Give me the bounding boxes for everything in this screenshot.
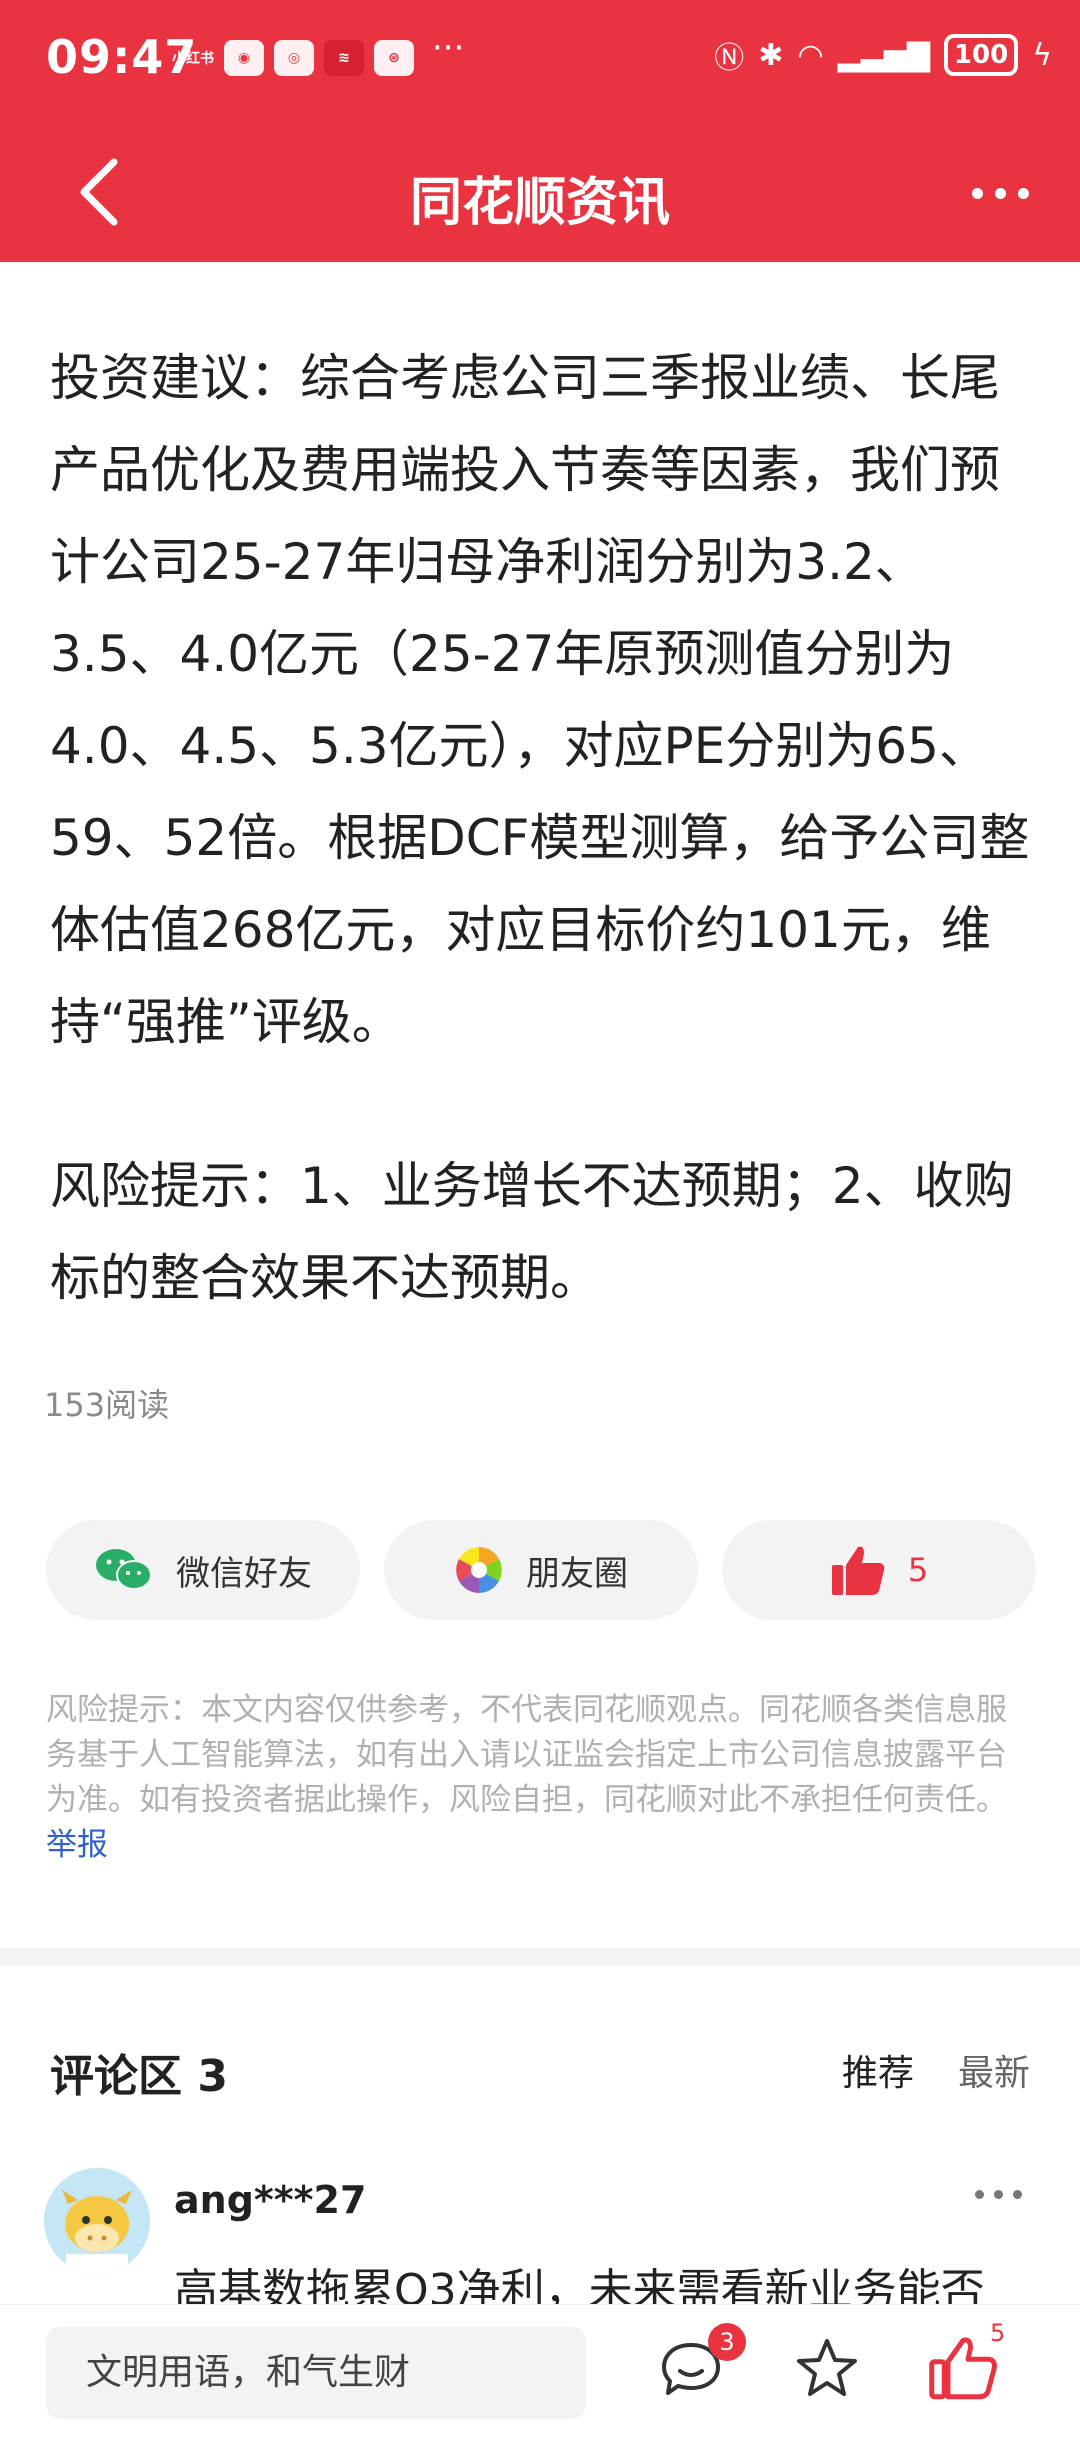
favorite-button[interactable] [792, 2333, 862, 2403]
app-notification-icon: ≋ [324, 40, 364, 76]
app-notification-icon: ◎ [274, 40, 314, 76]
page-title: 同花顺资讯 [409, 173, 670, 233]
wifi-icon: ◠ [797, 37, 824, 73]
tab-recommend[interactable]: 推荐 [842, 2044, 914, 2096]
article-paragraph: 风险提示：1、业务增长不达预期；2、收购标的整合效果不达预期。 [50, 1157, 1014, 1307]
app-header: 09:47 小红书 ◉ ◎ ≋ ⊛ ··· Ⓝ ✱ ◠ ▂▃▅▇ 100 ϟ 同… [0, 0, 1080, 262]
star-icon [797, 2339, 857, 2396]
charging-icon: ϟ [1032, 37, 1052, 73]
app-notification-icon: ⊛ [374, 40, 414, 76]
like-button[interactable]: 5 [722, 1520, 1036, 1620]
nav-bar: 同花顺资讯 [0, 140, 1080, 250]
battery-icon: 100 [943, 34, 1019, 76]
bottom-like-button[interactable]: 5 [928, 2319, 1005, 2403]
thumbs-up-icon [929, 2337, 997, 2400]
cow-avatar-icon [44, 2168, 150, 2274]
notification-icons: 小红书 ◉ ◎ ≋ ⊛ [172, 40, 414, 76]
comments-title: 评论区 3 [50, 2051, 228, 2102]
share-row: 微信好友 朋友圈 5 [46, 1520, 1036, 1620]
bottom-like-count: 5 [990, 2319, 1006, 2347]
signal-icon: ▂▃▅▇ [837, 37, 930, 73]
share-moments-button[interactable]: 朋友圈 [384, 1520, 698, 1620]
disclaimer-text: 风险提示：本文内容仅供参考，不代表同花顺观点。同花顺各类信息服务基于人工智能算法… [46, 1692, 1007, 1818]
share-wechat-button[interactable]: 微信好友 [46, 1520, 360, 1620]
comment-input[interactable]: 文明用语，和气生财 [46, 2327, 586, 2419]
tab-latest[interactable]: 最新 [958, 2044, 1030, 2096]
comment-more-button[interactable] [975, 2190, 1022, 2199]
comments-header: 评论区 3 推荐 最新 [50, 2040, 1030, 2102]
more-icon [975, 2190, 984, 2199]
wechat-icon [96, 1549, 152, 1590]
avatar[interactable] [44, 2168, 150, 2274]
read-count: 153阅读 [44, 1386, 170, 1424]
bluetooth-icon: ✱ [758, 37, 784, 73]
more-icon [971, 187, 983, 199]
like-count: 5 [907, 1551, 929, 1589]
comment-count-badge: 3 [708, 2323, 746, 2361]
nfc-icon: Ⓝ [714, 41, 745, 76]
share-wechat-label: 微信好友 [176, 1553, 312, 1594]
disclaimer: 风险提示：本文内容仅供参考，不代表同花顺观点。同花顺各类信息服务基于人工智能算法… [46, 1688, 1036, 1868]
comments-button[interactable]: 3 [656, 2323, 746, 2403]
comment-username[interactable]: ang***27 [174, 2178, 366, 2222]
more-notifications-icon: ··· [432, 28, 465, 68]
bottom-action-bar: 文明用语，和气生财 3 5 [0, 2304, 1080, 2441]
xiaohongshu-notification-icon: 小红书 [172, 51, 214, 67]
system-icons: Ⓝ ✱ ◠ ▂▃▅▇ 100 ϟ [714, 34, 1052, 76]
section-divider [0, 1948, 1080, 1966]
comment-sort-tabs: 推荐 最新 [842, 2044, 1030, 2096]
status-bar: 09:47 小红书 ◉ ◎ ≋ ⊛ ··· Ⓝ ✱ ◠ ▂▃▅▇ 100 ϟ [0, 0, 1080, 120]
thumbs-up-icon [831, 1546, 884, 1595]
more-button[interactable] [960, 158, 1040, 228]
share-moments-label: 朋友圈 [526, 1553, 628, 1594]
report-link[interactable]: 举报 [46, 1823, 1036, 1868]
article-paragraph: 投资建议：综合考虑公司三季报业绩、长尾产品优化及费用端投入节奏等因素，我们预计公… [50, 349, 1030, 1051]
moments-icon [456, 1547, 502, 1593]
app-notification-icon: ◉ [224, 40, 264, 76]
